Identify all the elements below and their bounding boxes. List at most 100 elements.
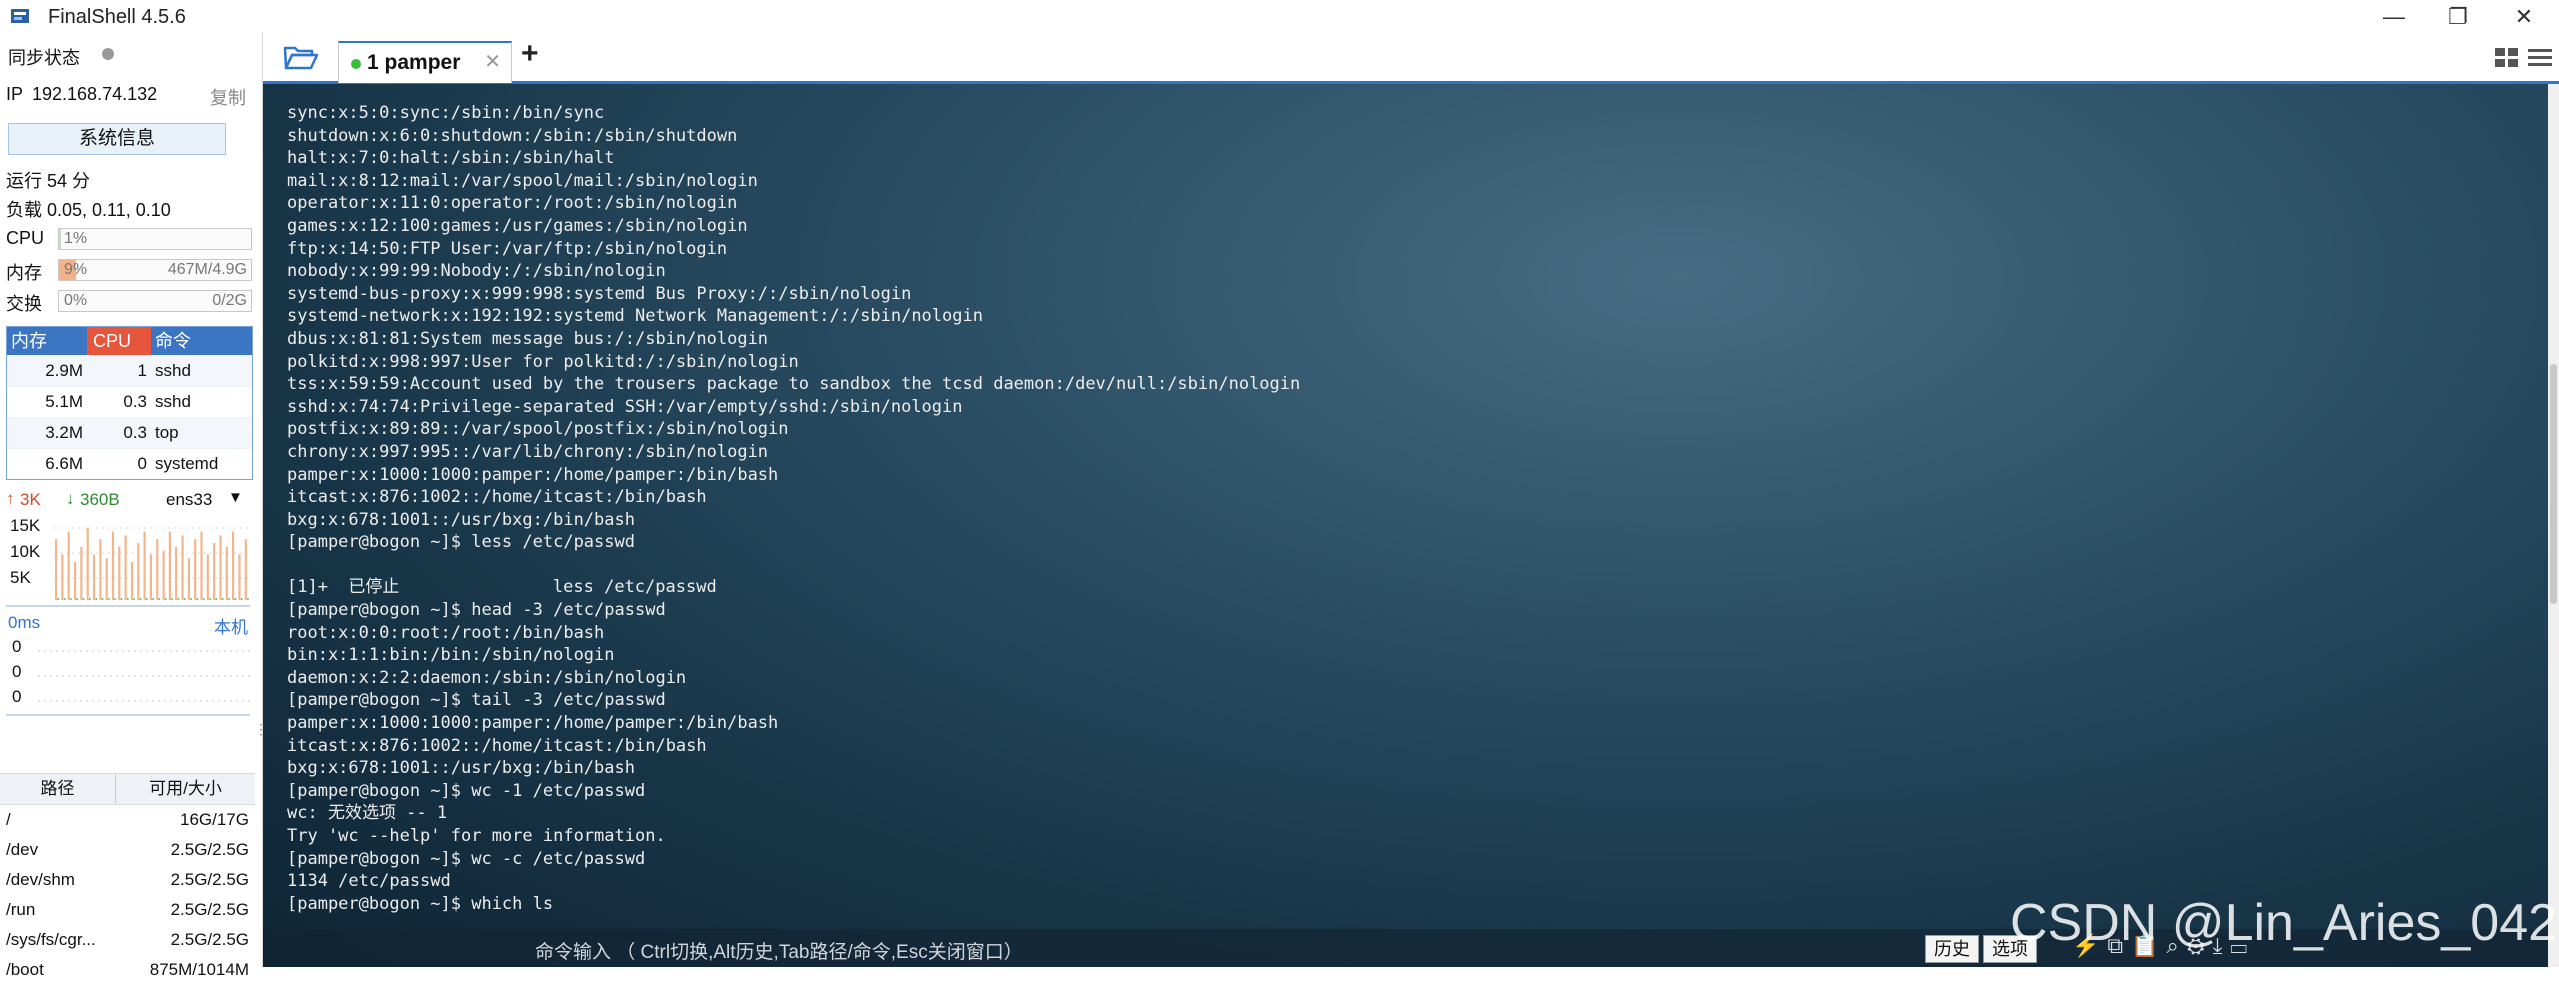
network-bar xyxy=(187,558,190,600)
network-bar xyxy=(162,550,165,600)
network-bar xyxy=(238,554,241,600)
process-command: systemd xyxy=(155,454,219,473)
terminal-output[interactable]: sync:x:5:0:sync:/sbin:/bin/sync shutdown… xyxy=(287,102,1300,915)
network-download-bar xyxy=(146,598,148,600)
network-bar xyxy=(200,531,203,600)
ping-target[interactable]: 本机 xyxy=(214,613,248,638)
menu-icon[interactable] xyxy=(2527,47,2553,69)
close-tab-icon[interactable]: ✕ xyxy=(484,49,501,74)
disk-avail: 2.5G/2.5G xyxy=(170,870,249,889)
cpu-usage-fill xyxy=(59,229,61,249)
sync-status-indicator xyxy=(102,48,114,60)
network-bar xyxy=(61,554,64,600)
disk-header-avail[interactable]: 可用/大小 xyxy=(115,774,255,804)
sync-status-label: 同步状态 xyxy=(8,48,80,68)
disk-row[interactable]: /dev 2.5G/2.5G xyxy=(0,835,255,865)
disk-row[interactable]: /dev/shm 2.5G/2.5G xyxy=(0,865,255,895)
network-bar xyxy=(232,531,235,600)
command-input-hint[interactable]: 命令输入 （ Ctrl切换,Alt历史,Tab路径/命令,Esc关闭窗口） xyxy=(535,937,1023,964)
network-bar xyxy=(175,546,178,600)
process-table-header: 内存 CPU 命令 xyxy=(7,327,252,355)
load-text: 负载 0.05, 0.11, 0.10 xyxy=(6,200,171,220)
scrollbar-thumb[interactable] xyxy=(2550,364,2557,604)
disk-row[interactable]: /sys/fs/cgr... 2.5G/2.5G xyxy=(0,925,255,955)
network-bar xyxy=(124,535,127,600)
process-command: top xyxy=(155,423,179,442)
network-bar xyxy=(225,546,228,600)
disk-header-path[interactable]: 路径 xyxy=(0,774,115,804)
system-info-button[interactable]: 系统信息 xyxy=(8,123,226,155)
disk-table-header: 路径 可用/大小 xyxy=(0,773,255,805)
grid-view-icon[interactable] xyxy=(2494,47,2520,69)
chevron-down-icon[interactable]: ▼ xyxy=(228,489,243,506)
process-row[interactable]: 6.6M 0 systemd xyxy=(7,448,252,479)
app-logo-icon xyxy=(11,9,29,23)
window-title: FinalShell 4.5.6 xyxy=(48,6,186,28)
network-bar xyxy=(181,535,184,600)
network-bar xyxy=(105,558,108,600)
network-bar xyxy=(213,543,216,600)
swap-percent: 0% xyxy=(64,292,88,309)
network-bar xyxy=(168,531,171,600)
memory-percent: 9% xyxy=(64,261,88,278)
disk-row[interactable]: /run 2.5G/2.5G xyxy=(0,895,255,925)
disk-row[interactable]: / 16G/17G xyxy=(0,805,255,835)
disk-row[interactable]: /boot 875M/1014M xyxy=(0,955,255,985)
session-tab-bar: 1 pamper ✕ + xyxy=(263,33,2559,84)
network-interface-select[interactable]: ens33 xyxy=(166,490,212,510)
cpu-usage-bar: 1% xyxy=(58,228,252,250)
minimize-button[interactable]: — xyxy=(2364,0,2424,33)
process-header-memory[interactable]: 内存 xyxy=(7,327,87,355)
swap-usage-text: 0/2G xyxy=(212,292,247,309)
disk-path: /sys/fs/cgr... xyxy=(6,930,96,949)
network-bar xyxy=(206,554,209,600)
close-button[interactable]: ✕ xyxy=(2494,0,2554,33)
terminal-area[interactable]: sync:x:5:0:sync:/sbin:/bin/sync shutdown… xyxy=(263,84,2548,967)
tab-session[interactable]: 1 pamper ✕ xyxy=(338,41,512,83)
process-memory: 2.9M xyxy=(45,361,83,380)
network-y-label: 10K xyxy=(10,542,41,561)
folder-open-icon[interactable] xyxy=(283,43,319,71)
network-download-bar xyxy=(95,598,97,600)
process-table: 内存 CPU 命令 2.9M 1 sshd 5.1M 0.3 sshd 3.2M… xyxy=(6,326,253,480)
tab-label: 1 pamper xyxy=(367,51,461,74)
disk-path: /boot xyxy=(6,960,44,979)
network-download-bar xyxy=(171,598,173,600)
disk-avail: 2.5G/2.5G xyxy=(170,930,249,949)
ping-value: 0 xyxy=(12,687,22,706)
process-memory: 5.1M xyxy=(45,392,83,411)
process-row[interactable]: 3.2M 0.3 top xyxy=(7,417,252,448)
disk-avail: 2.5G/2.5G xyxy=(170,900,249,919)
process-header-cpu[interactable]: CPU xyxy=(87,327,151,355)
network-bar xyxy=(219,535,222,600)
network-download-bar xyxy=(63,598,66,600)
network-download-bar xyxy=(152,598,154,600)
connected-indicator xyxy=(351,59,361,69)
memory-usage-text: 467M/4.9G xyxy=(167,261,247,278)
layout-toggle xyxy=(2494,45,2553,76)
maximize-button[interactable]: ❐ xyxy=(2428,0,2488,33)
sidebar: 同步状态 IP 192.168.74.132 复制 系统信息 运行 54 分 负… xyxy=(0,33,268,979)
network-download-bar xyxy=(57,598,59,600)
network-download-bar xyxy=(177,598,180,600)
network-download-bar xyxy=(190,598,192,600)
ping-value: 0 xyxy=(12,662,22,681)
copy-ip-link[interactable]: 复制 xyxy=(210,84,246,110)
network-download-bar xyxy=(70,598,72,600)
network-bar xyxy=(74,562,77,600)
disk-path: /dev/shm xyxy=(6,870,75,889)
process-header-command[interactable]: 命令 xyxy=(151,327,252,355)
process-row[interactable]: 5.1M 0.3 sshd xyxy=(7,386,252,417)
terminal-scrollbar[interactable] xyxy=(2548,84,2559,967)
add-tab-button[interactable]: + xyxy=(521,37,539,71)
network-bar xyxy=(130,562,134,600)
network-download-bar xyxy=(240,598,243,600)
process-row[interactable]: 2.9M 1 sshd xyxy=(7,355,252,386)
history-button[interactable]: 历史 xyxy=(1925,935,1979,963)
uptime-text: 运行 54 分 xyxy=(6,171,91,191)
process-cpu: 1 xyxy=(137,361,147,380)
swap-label: 交换 xyxy=(6,294,42,314)
network-bar xyxy=(111,531,115,600)
memory-usage-bar: 9% 467M/4.9G xyxy=(58,259,252,281)
network-y-label: 5K xyxy=(10,568,31,587)
